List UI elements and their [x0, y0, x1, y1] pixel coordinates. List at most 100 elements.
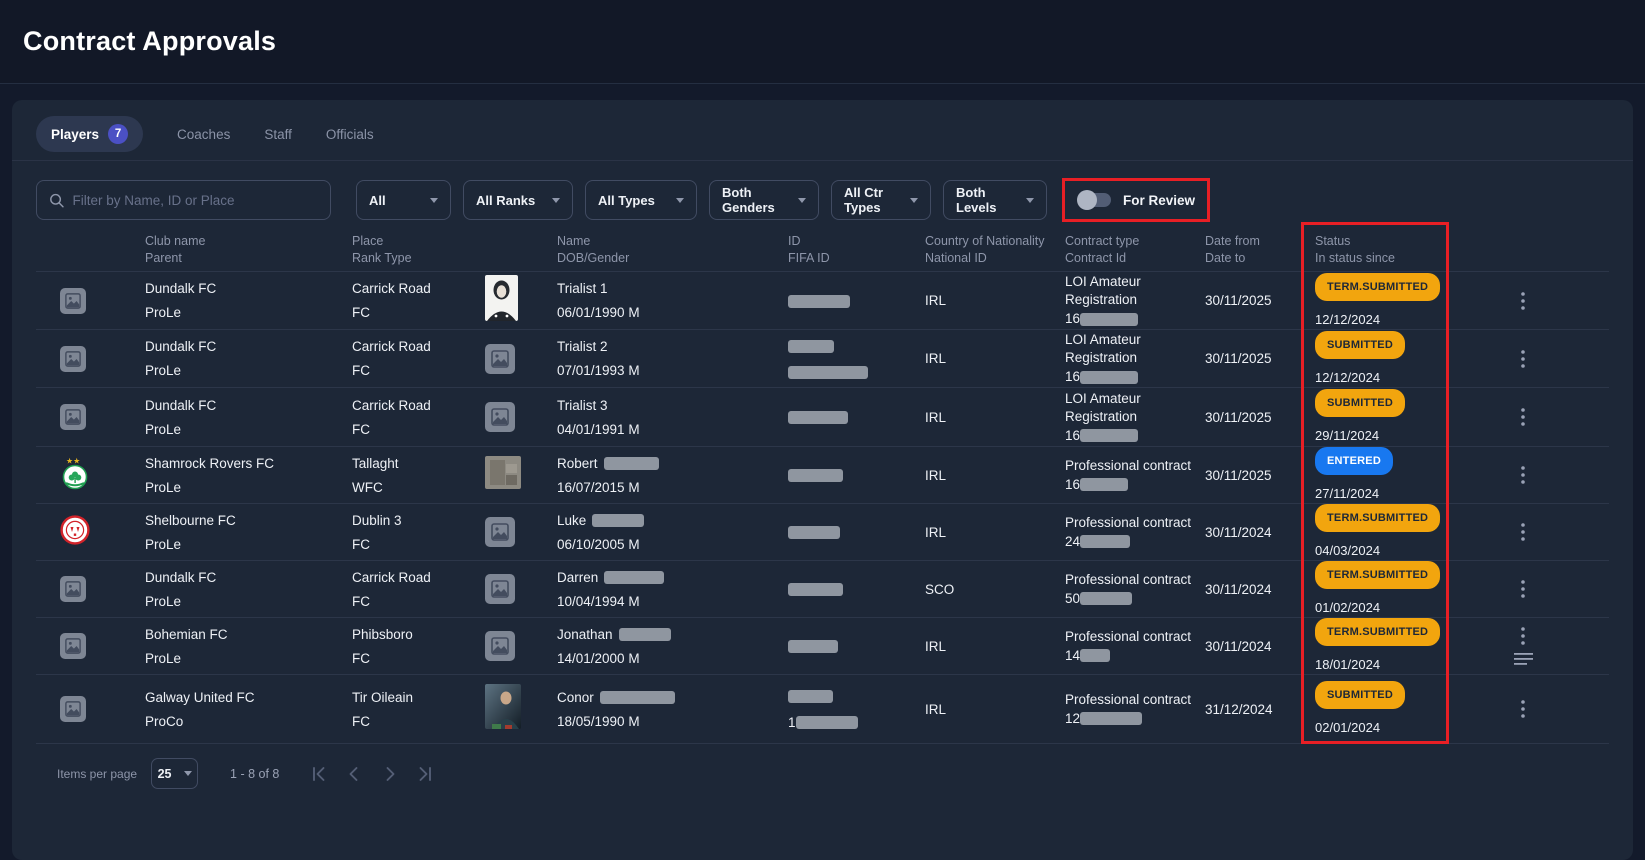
table-row[interactable]: Galway United FC ProCo Tir Oileain FC Co… — [36, 675, 1609, 744]
club-cell: Dundalk FC ProLe — [145, 568, 352, 611]
column-header: PlaceRank Type — [352, 233, 485, 267]
page-title: Contract Approvals — [23, 26, 276, 57]
top-bar: Contract Approvals — [0, 0, 1645, 84]
row-actions — [1521, 350, 1555, 368]
menu-lines-icon[interactable] — [1514, 653, 1533, 665]
first-page-icon[interactable] — [309, 765, 327, 783]
dropdown-value: Both Levels — [956, 185, 1016, 215]
filter-dropdown-all-ranks[interactable]: All Ranks — [463, 180, 573, 220]
redacted-text — [788, 690, 833, 703]
name-cell: Trialist 1 06/01/1990 M — [557, 279, 788, 322]
tab-players-label: Players — [51, 127, 99, 142]
redacted-text — [600, 691, 675, 704]
next-page-icon[interactable] — [381, 765, 399, 783]
filter-dropdown-all-ctr-types[interactable]: All Ctr Types — [831, 180, 931, 220]
table-row[interactable]: Dundalk FC ProLe Carrick Road FC Darren … — [36, 561, 1609, 618]
id-cell — [788, 523, 925, 542]
contract-cell: Professional contract 24 — [1065, 514, 1205, 551]
table-row[interactable]: Dundalk FC ProLe Carrick Road FC Trialis… — [36, 388, 1609, 447]
table-row[interactable]: Dundalk FC ProLe Carrick Road FC Trialis… — [36, 272, 1609, 330]
table-row[interactable]: ★★ Shamrock Rovers FC ProLe Tallaght WFC… — [36, 447, 1609, 504]
contract-cell: LOI AmateurRegistration 16 — [1065, 390, 1205, 445]
filter-dropdown-all[interactable]: All — [356, 180, 451, 220]
club-cell: Dundalk FC ProLe — [145, 337, 352, 380]
in-status-since: 04/03/2024 — [1315, 541, 1467, 560]
date-from: 30/11/2025 — [1205, 291, 1315, 310]
row-actions — [1521, 466, 1555, 484]
contract-id: 12 — [1065, 710, 1205, 728]
tab-players[interactable]: Players 7 — [36, 116, 143, 152]
id-cell — [788, 336, 925, 381]
items-per-page-select[interactable]: 25 — [151, 758, 198, 789]
contract-cell: Professional contract 50 — [1065, 571, 1205, 608]
nationality: IRL — [925, 523, 1065, 542]
kebab-menu-icon[interactable] — [1521, 580, 1525, 598]
filter-dropdown-both-genders[interactable]: Both Genders — [709, 180, 819, 220]
dropdown-value: All Types — [598, 193, 655, 208]
name-cell: Jonathan 14/01/2000 M — [557, 625, 788, 668]
status-badge: ENTERED — [1315, 447, 1393, 475]
chevron-down-icon — [676, 198, 684, 203]
place-name: Tallaght — [352, 454, 485, 473]
redacted-text — [1080, 478, 1128, 491]
last-page-icon[interactable] — [417, 765, 435, 783]
rank-type: FC — [352, 649, 485, 668]
club-logo: ★★ — [36, 456, 145, 495]
filter-dropdown-all-types[interactable]: All Types — [585, 180, 697, 220]
kebab-menu-icon[interactable] — [1521, 408, 1525, 426]
table-row[interactable]: Bohemian FC ProLe Phibsboro FC Jonathan … — [36, 618, 1609, 675]
kebab-menu-icon[interactable] — [1521, 627, 1525, 645]
kebab-menu-icon[interactable] — [1521, 523, 1525, 541]
chevron-down-icon — [910, 198, 918, 203]
filter-dropdown-both-levels[interactable]: Both Levels — [943, 180, 1047, 220]
for-review-toggle[interactable] — [1077, 190, 1113, 210]
place-cell: Carrick Road FC — [352, 337, 485, 380]
table-row[interactable]: Shelbourne FC ProLe Dublin 3 FC Luke 06/… — [36, 504, 1609, 561]
dob-gender: 06/10/2005 M — [557, 535, 788, 554]
rank-type: FC — [352, 535, 485, 554]
contract-type: Professional contract — [1065, 457, 1205, 475]
table-row[interactable]: Dundalk FC ProLe Carrick Road FC Trialis… — [36, 330, 1609, 388]
club-cell: Dundalk FC ProLe — [145, 279, 352, 322]
search-field[interactable] — [36, 180, 331, 220]
redacted-text — [788, 469, 843, 482]
place-cell: Carrick Road FC — [352, 396, 485, 439]
redacted-text — [1080, 712, 1142, 725]
chevron-down-icon — [798, 198, 806, 203]
rank-type: WFC — [352, 478, 485, 497]
photo-cell — [485, 517, 557, 547]
status-cell: TERM.SUBMITTED 04/03/2024 — [1315, 504, 1467, 560]
status-badge: SUBMITTED — [1315, 331, 1405, 359]
kebab-menu-icon[interactable] — [1521, 292, 1525, 310]
name-cell: Trialist 2 07/01/1993 M — [557, 337, 788, 380]
search-input[interactable] — [73, 193, 318, 208]
for-review-highlight: For Review — [1062, 178, 1210, 222]
tab-staff[interactable]: Staff — [264, 127, 292, 142]
kebab-menu-icon[interactable] — [1521, 466, 1525, 484]
tab-officials-label: Officials — [326, 127, 374, 142]
tab-officials[interactable]: Officials — [326, 127, 374, 142]
in-status-since: 12/12/2024 — [1315, 368, 1467, 387]
in-status-since: 27/11/2024 — [1315, 484, 1467, 503]
player-name: Robert — [557, 454, 788, 473]
status-badge: TERM.SUBMITTED — [1315, 504, 1440, 532]
kebab-menu-icon[interactable] — [1521, 350, 1525, 368]
rank-type: FC — [352, 712, 485, 731]
row-actions — [1521, 700, 1555, 718]
club-cell: Shamrock Rovers FC ProLe — [145, 454, 352, 497]
place-name: Carrick Road — [352, 279, 485, 298]
club-parent: ProLe — [145, 535, 352, 554]
nationality: IRL — [925, 637, 1065, 656]
in-status-since: 29/11/2024 — [1315, 426, 1467, 445]
chevron-down-icon — [1026, 198, 1034, 203]
club-cell: Bohemian FC ProLe — [145, 625, 352, 668]
row-actions — [1521, 408, 1555, 426]
dob-gender: 18/05/1990 M — [557, 712, 788, 731]
toggle-knob — [1077, 190, 1097, 210]
previous-page-icon[interactable] — [345, 765, 363, 783]
kebab-menu-icon[interactable] — [1521, 700, 1525, 718]
image-placeholder-icon — [485, 344, 515, 374]
in-status-since: 12/12/2024 — [1315, 310, 1467, 329]
photo-cell — [485, 574, 557, 604]
tab-coaches[interactable]: Coaches — [177, 127, 230, 142]
